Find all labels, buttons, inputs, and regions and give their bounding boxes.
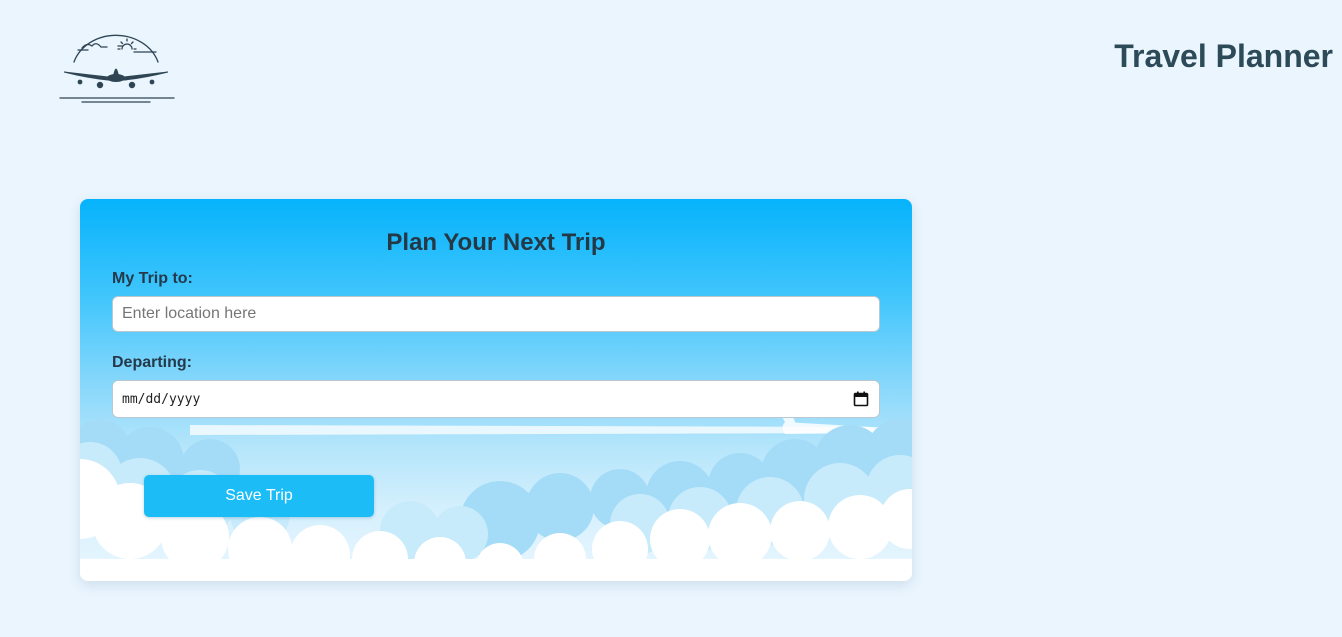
location-input[interactable]: [112, 296, 880, 332]
airplane-logo-icon: [59, 34, 175, 103]
app-title: Travel Planner: [1114, 38, 1333, 74]
trip-form-card: Plan Your Next Trip My Trip to: Departin…: [80, 199, 912, 581]
departing-label: Departing:: [112, 354, 192, 371]
form-title: Plan Your Next Trip: [386, 229, 606, 256]
date-placeholder: mm/dd/yyyy: [122, 391, 201, 407]
save-trip-button[interactable]: Save Trip: [144, 475, 374, 517]
calendar-icon[interactable]: [853, 391, 869, 407]
trip-destination-label: My Trip to:: [112, 270, 193, 287]
departure-date-input[interactable]: mm/dd/yyyy: [112, 380, 880, 418]
